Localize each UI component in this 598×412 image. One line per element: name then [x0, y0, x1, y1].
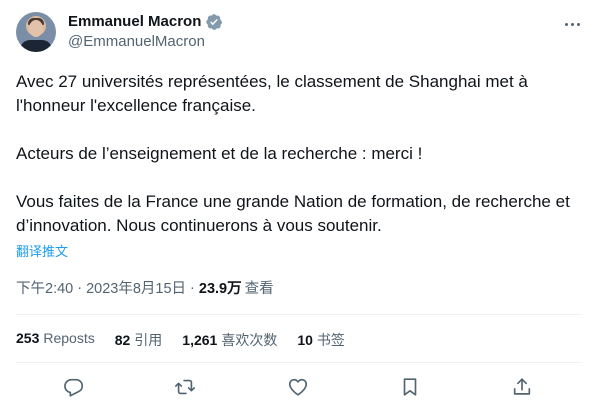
meta-separator: · — [77, 279, 83, 296]
bookmark-icon[interactable] — [399, 376, 421, 398]
tweet-paragraph: Avec 27 universités représentées, le cla… — [16, 72, 528, 115]
likes-label: 喜欢次数 — [221, 332, 278, 348]
more-icon[interactable] — [560, 14, 584, 34]
divider — [16, 362, 582, 363]
quotes-count: 82 — [114, 332, 131, 348]
views-count[interactable]: 23.9万 — [199, 277, 242, 298]
tweet-date[interactable]: 2023年8月15日 — [86, 277, 186, 298]
reply-icon[interactable] — [63, 376, 85, 398]
avatar[interactable] — [16, 12, 56, 52]
engagement-stats: 253 Reposts 82 引用 1,261 喜欢次数 10 书签 — [16, 330, 345, 350]
verified-badge-icon — [205, 13, 223, 31]
quotes-stat[interactable]: 82 引用 — [115, 330, 163, 350]
meta-separator: · — [190, 279, 195, 296]
bookmarks-label: 书签 — [316, 332, 345, 348]
author-name-row: Emmanuel Macron — [68, 13, 223, 31]
likes-stat[interactable]: 1,261 喜欢次数 — [182, 330, 277, 350]
retweet-icon[interactable] — [174, 376, 196, 398]
quotes-label: 引用 — [134, 332, 163, 348]
bookmarks-stat[interactable]: 10 书签 — [297, 330, 345, 350]
action-bar — [0, 376, 598, 400]
tweet-text: Avec 27 universités représentées, le cla… — [16, 70, 586, 238]
author-display-name[interactable]: Emmanuel Macron — [68, 13, 201, 31]
tweet-paragraph: Acteurs de l’enseignement et de la reche… — [16, 144, 423, 163]
translate-link[interactable]: 翻译推文 — [16, 241, 68, 260]
views-label: 查看 — [244, 281, 274, 297]
tweet-paragraph: Vous faites de la France une grande Nati… — [16, 192, 570, 235]
divider — [16, 314, 582, 315]
reposts-stat[interactable]: 253 Reposts — [16, 330, 95, 350]
share-icon[interactable] — [511, 376, 533, 398]
tweet-meta: 下午2:40 · 2023年8月15日 · 23.9万 查看 — [16, 277, 274, 298]
reposts-count: 253 — [16, 330, 40, 346]
likes-count: 1,261 — [182, 332, 218, 348]
reposts-label: Reposts — [43, 330, 95, 346]
like-icon[interactable] — [287, 376, 309, 398]
tweet-time[interactable]: 下午2:40 — [16, 277, 73, 298]
bookmarks-count: 10 — [297, 332, 313, 348]
author-handle[interactable]: @EmmanuelMacron — [68, 33, 205, 51]
